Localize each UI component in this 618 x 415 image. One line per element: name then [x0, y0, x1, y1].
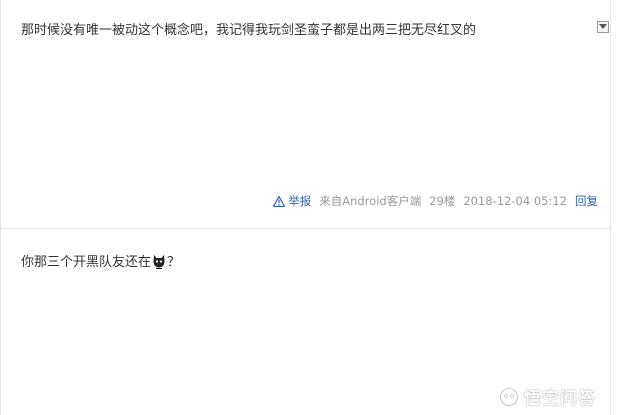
post-text-before: 你那三个开黑队友还在 — [21, 255, 152, 270]
watermark: 悟空问答 — [499, 384, 596, 409]
floor-number: 29楼 — [429, 194, 456, 208]
post-source: 来自Android客户端 — [319, 194, 422, 208]
post-content: 你那三个开黑队友还在 ？ — [21, 253, 180, 275]
reply-post: 那时候没有唯一被动这个概念吧，我记得我玩剑圣蛮子都是出两三把无尽红叉的 举报 来… — [1, 0, 610, 229]
post-timestamp: 2018-12-04 05:12 — [463, 194, 567, 208]
post-meta-bar: 举报 来自Android客户端 29楼 2018-12-04 05:12 回复 — [273, 193, 598, 209]
warning-triangle-icon — [273, 195, 286, 207]
report-link[interactable]: 举报 — [273, 193, 311, 209]
triangle-down-icon — [599, 24, 607, 29]
reply-link[interactable]: 回复 — [575, 193, 598, 209]
wukong-logo-icon — [499, 387, 519, 406]
collapse-toggle-button[interactable] — [597, 21, 609, 33]
post-content: 那时候没有唯一被动这个概念吧，我记得我玩剑圣蛮子都是出两三把无尽红叉的 — [21, 23, 477, 38]
report-label: 举报 — [288, 194, 312, 208]
post-text-after: ？ — [167, 255, 181, 270]
reply-thread: 那时候没有唯一被动这个概念吧，我记得我玩剑圣蛮子都是出两三把无尽红叉的 举报 来… — [0, 0, 618, 415]
scrollbar-track — [610, 0, 611, 415]
watermark-text: 悟空问答 — [524, 389, 596, 409]
black-cat-emoji-icon — [152, 253, 166, 275]
